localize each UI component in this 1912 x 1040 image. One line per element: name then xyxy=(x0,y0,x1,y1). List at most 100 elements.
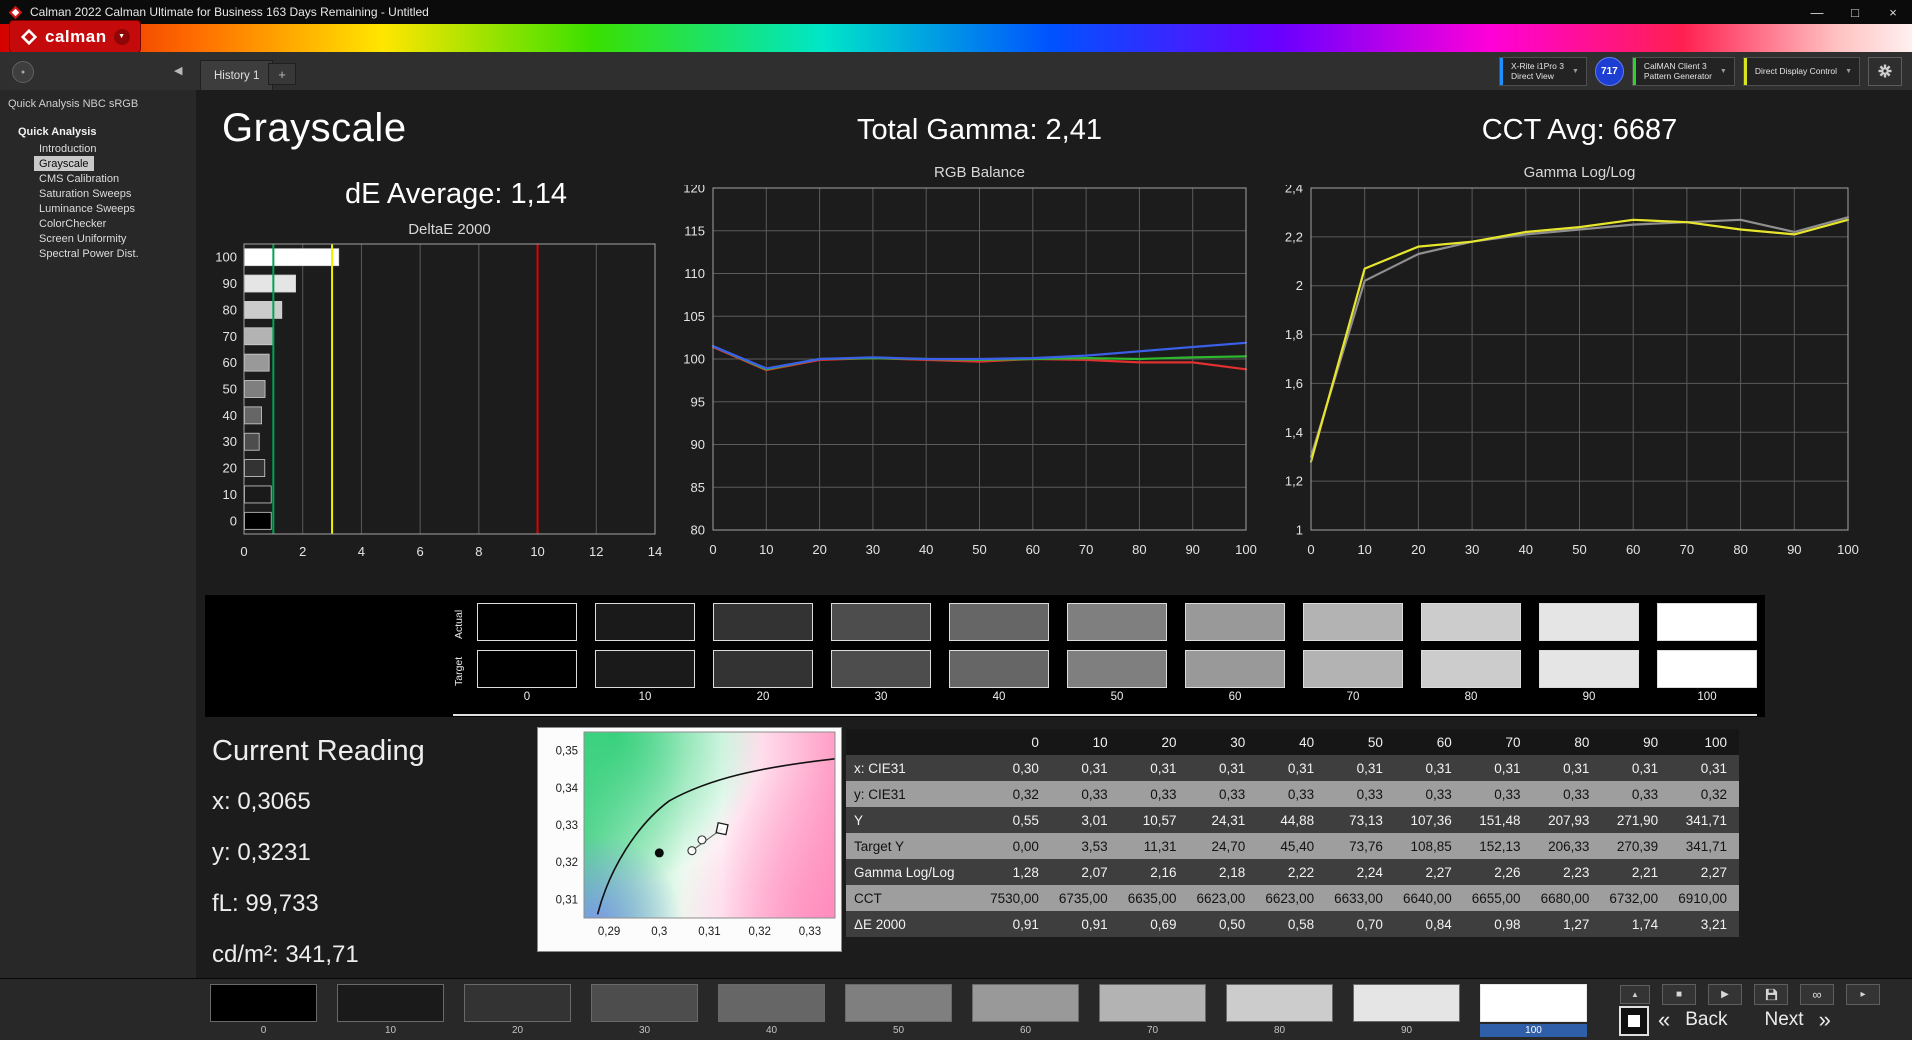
svg-text:115: 115 xyxy=(684,223,705,238)
advance-icon[interactable]: ▸ xyxy=(1846,984,1880,1005)
tab-bar: ● ◀ History 1 + X-Rite i1Pro 3 Direct Vi… xyxy=(0,52,1912,91)
actual-swatch xyxy=(1067,603,1167,641)
svg-text:110: 110 xyxy=(684,266,705,281)
up-arrow-icon[interactable]: ▲ xyxy=(1620,985,1650,1004)
svg-text:10: 10 xyxy=(530,544,544,559)
svg-text:50: 50 xyxy=(223,382,237,397)
pattern-generator-dropdown[interactable]: CalMAN Client 3 Pattern Generator ▼ xyxy=(1632,57,1735,86)
sidebar-item-introduction[interactable]: Introduction xyxy=(34,141,101,156)
svg-text:10: 10 xyxy=(759,542,773,557)
pattern-tile-60[interactable]: 60 xyxy=(972,984,1079,1037)
deltae-bar-chart: 024681012140102030405060708090100 xyxy=(196,242,666,562)
pattern-tile-30[interactable]: 30 xyxy=(591,984,698,1037)
add-tab-button[interactable]: + xyxy=(268,63,296,85)
svg-text:1,4: 1,4 xyxy=(1285,425,1303,440)
actual-swatch xyxy=(1657,603,1757,641)
level-label: 30 xyxy=(831,691,931,703)
svg-text:0: 0 xyxy=(230,513,237,528)
meter-line2: Direct View xyxy=(1511,71,1564,81)
table-row: ΔE 20000,910,910,690,500,580,700,840,981… xyxy=(846,911,1739,937)
pattern-level-label: 10 xyxy=(337,1024,444,1037)
pattern-tile-40[interactable]: 40 xyxy=(718,984,825,1037)
level-label: 100 xyxy=(1657,691,1757,703)
meter-dropdown[interactable]: X-Rite i1Pro 3 Direct View ▼ xyxy=(1499,57,1587,86)
sidebar-item-grayscale[interactable]: Grayscale xyxy=(34,156,94,171)
svg-text:20: 20 xyxy=(812,542,826,557)
level-label: 20 xyxy=(713,691,813,703)
target-row-label: Target xyxy=(453,650,467,692)
sidebar-collapse-icon[interactable]: ◀ xyxy=(174,64,182,77)
svg-text:60: 60 xyxy=(1026,542,1040,557)
sidebar-items: IntroductionGrayscaleCMS CalibrationSatu… xyxy=(0,141,196,261)
sidebar-item-colorchecker[interactable]: ColorChecker xyxy=(34,216,111,231)
svg-text:90: 90 xyxy=(1787,542,1801,557)
chevron-down-icon[interactable]: ▼ xyxy=(114,29,130,45)
calman-menu-button[interactable]: calman ▼ xyxy=(10,21,140,52)
gamma-loglog-chart: 010203040506070809010011,21,41,61,822,22… xyxy=(1251,185,1891,560)
level-label: 0 xyxy=(477,691,577,703)
pattern-tile-0[interactable]: 0 xyxy=(210,984,317,1037)
svg-text:0,31: 0,31 xyxy=(556,894,578,906)
cct-avg-heading: CCT Avg: 6687 xyxy=(1311,114,1848,147)
pattern-tile-50[interactable]: 50 xyxy=(845,984,952,1037)
pattern-swatch xyxy=(1480,984,1587,1022)
svg-text:70: 70 xyxy=(223,329,237,344)
table-row: Gamma Log/Log1,282,072,162,182,222,242,2… xyxy=(846,859,1739,885)
display-control-dropdown[interactable]: Direct Display Control ▼ xyxy=(1743,57,1860,86)
svg-text:90: 90 xyxy=(691,437,705,452)
continuous-read-icon[interactable]: ∞ xyxy=(1800,984,1834,1005)
svg-text:60: 60 xyxy=(223,355,237,370)
meter-status-badge[interactable]: 717 xyxy=(1595,57,1624,86)
pattern-swatch xyxy=(845,984,952,1022)
pattern-level-label: 50 xyxy=(845,1024,952,1037)
pattern-swatch xyxy=(210,984,317,1022)
pattern-tile-10[interactable]: 10 xyxy=(337,984,444,1037)
svg-text:2: 2 xyxy=(299,544,306,559)
next-button[interactable]: Next xyxy=(1765,1009,1804,1031)
table-row: CCT7530,006735,006635,006623,006623,0066… xyxy=(846,885,1739,911)
level-label: 90 xyxy=(1539,691,1639,703)
pattern-swatch xyxy=(718,984,825,1022)
sidebar-item-luminance-sweeps[interactable]: Luminance Sweeps xyxy=(34,201,140,216)
table-row: Target Y0,003,5311,3124,7045,4073,76108,… xyxy=(846,833,1739,859)
svg-text:1: 1 xyxy=(1296,523,1303,538)
pattern-tile-70[interactable]: 70 xyxy=(1099,984,1206,1037)
save-icon[interactable] xyxy=(1754,984,1788,1005)
stop-icon[interactable]: ■ xyxy=(1662,984,1696,1005)
svg-text:100: 100 xyxy=(215,250,237,265)
calman-app-icon xyxy=(8,5,23,20)
pattern-tile-100[interactable]: 100 xyxy=(1480,984,1587,1037)
pattern-swatch xyxy=(591,984,698,1022)
app-menu-button[interactable]: ● xyxy=(12,61,34,83)
sidebar-item-saturation-sweeps[interactable]: Saturation Sweeps xyxy=(34,186,136,201)
table-row: y: CIE310,320,330,330,330,330,330,330,33… xyxy=(846,781,1739,807)
table-header-row: 0102030405060708090100 xyxy=(846,729,1739,755)
maximize-icon[interactable]: □ xyxy=(1836,0,1874,24)
chevrons-right-icon[interactable]: » xyxy=(1819,1007,1831,1033)
target-swatch xyxy=(477,650,577,688)
actual-row-label: Actual xyxy=(453,603,467,645)
rgb-balance-chart: 0102030405060708090100808590951001051101… xyxy=(651,185,1261,560)
chevrons-left-icon[interactable]: « xyxy=(1658,1007,1670,1033)
settings-button[interactable] xyxy=(1868,57,1902,86)
svg-text:1,2: 1,2 xyxy=(1285,474,1303,489)
back-button[interactable]: Back xyxy=(1685,1009,1727,1031)
pattern-window-button[interactable] xyxy=(1619,1006,1649,1036)
cie-chart: 0,310,320,330,340,350,290,30,310,320,33 xyxy=(538,728,839,949)
sidebar-root-node[interactable]: Quick Analysis xyxy=(0,110,196,141)
actual-swatch xyxy=(1421,603,1521,641)
de-average-heading: dE Average: 1,14 xyxy=(306,178,606,211)
sidebar-item-cms-calibration[interactable]: CMS Calibration xyxy=(34,171,124,186)
play-icon[interactable]: ▶ xyxy=(1708,984,1742,1005)
pattern-tile-20[interactable]: 20 xyxy=(464,984,571,1037)
level-label: 70 xyxy=(1303,691,1403,703)
close-icon[interactable]: × xyxy=(1874,0,1912,24)
sidebar-item-spectral-power-dist-[interactable]: Spectral Power Dist. xyxy=(34,246,144,261)
pattern-tile-80[interactable]: 80 xyxy=(1226,984,1333,1037)
tab-history-1[interactable]: History 1 xyxy=(200,60,273,90)
pattern-tile-90[interactable]: 90 xyxy=(1353,984,1460,1037)
svg-text:90: 90 xyxy=(1185,542,1199,557)
sidebar-item-screen-uniformity[interactable]: Screen Uniformity xyxy=(34,231,131,246)
svg-text:105: 105 xyxy=(683,309,705,324)
minimize-icon[interactable]: — xyxy=(1798,0,1836,24)
